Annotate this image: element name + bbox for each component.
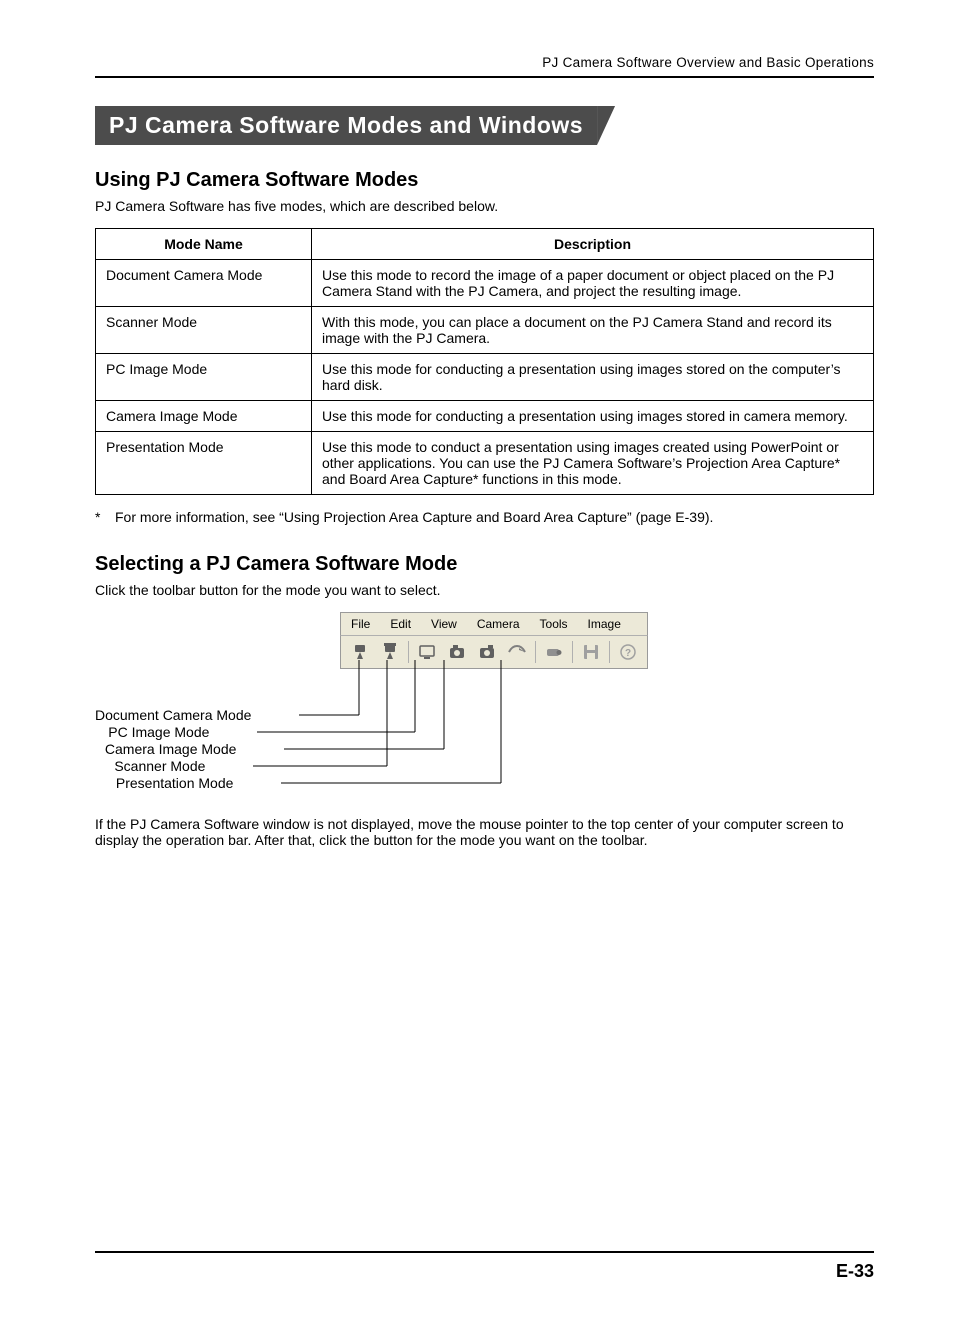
intro-using-modes: PJ Camera Software has five modes, which… <box>95 198 874 214</box>
table-row: Camera Image Mode Use this mode for cond… <box>96 401 874 432</box>
table-row: PC Image Mode Use this mode for conducti… <box>96 354 874 401</box>
title-notch <box>597 106 615 145</box>
section-title-bar: PJ Camera Software Modes and Windows <box>95 106 874 145</box>
mode-desc: Use this mode to record the image of a p… <box>312 260 874 307</box>
mode-name: PC Image Mode <box>96 354 312 401</box>
label-scanner-mode: Scanner Mode <box>95 758 256 775</box>
toolbar-callout-labels: Document Camera Mode PC Image Mode Camer… <box>95 707 256 792</box>
mode-name: Presentation Mode <box>96 432 312 495</box>
breadcrumb-text: PJ Camera Software Overview and Basic Op… <box>542 55 874 70</box>
label-pc-image-mode: PC Image Mode <box>95 724 256 741</box>
subheading-selecting-mode: Selecting a PJ Camera Software Mode <box>95 553 874 576</box>
table-row: Presentation Mode Use this mode to condu… <box>96 432 874 495</box>
mode-name: Scanner Mode <box>96 307 312 354</box>
page-footer: E-33 <box>95 1251 874 1282</box>
mode-desc: Use this mode for conducting a presentat… <box>312 401 874 432</box>
label-presentation-mode: Presentation Mode <box>95 775 256 792</box>
mode-name: Document Camera Mode <box>96 260 312 307</box>
th-mode: Mode Name <box>96 229 312 260</box>
mode-name: Camera Image Mode <box>96 401 312 432</box>
table-header-row: Mode Name Description <box>96 229 874 260</box>
after-illustration-text: If the PJ Camera Software window is not … <box>95 816 874 848</box>
footnote-star: * <box>95 509 107 525</box>
label-document-camera-mode: Document Camera Mode <box>95 707 256 724</box>
footnote-text: For more information, see “Using Project… <box>115 509 713 525</box>
page-title: PJ Camera Software Modes and Windows <box>95 106 597 145</box>
th-desc: Description <box>312 229 874 260</box>
footer-rule <box>95 1251 874 1253</box>
mode-desc: Use this mode to conduct a presentation … <box>312 432 874 495</box>
label-camera-image-mode: Camera Image Mode <box>95 741 256 758</box>
toolbar-illustration: File Edit View Camera Tools Image <box>95 612 874 792</box>
intro-selecting-mode: Click the toolbar button for the mode yo… <box>95 582 874 598</box>
table-row: Scanner Mode With this mode, you can pla… <box>96 307 874 354</box>
page-number: E-33 <box>95 1261 874 1282</box>
modes-table: Mode Name Description Document Camera Mo… <box>95 228 874 495</box>
mode-desc: Use this mode for conducting a presentat… <box>312 354 874 401</box>
subheading-using-modes: Using PJ Camera Software Modes <box>95 169 874 192</box>
breadcrumb: PJ Camera Software Overview and Basic Op… <box>95 55 874 78</box>
mode-desc: With this mode, you can place a document… <box>312 307 874 354</box>
table-row: Document Camera Mode Use this mode to re… <box>96 260 874 307</box>
footnote: * For more information, see “Using Proje… <box>95 509 874 525</box>
